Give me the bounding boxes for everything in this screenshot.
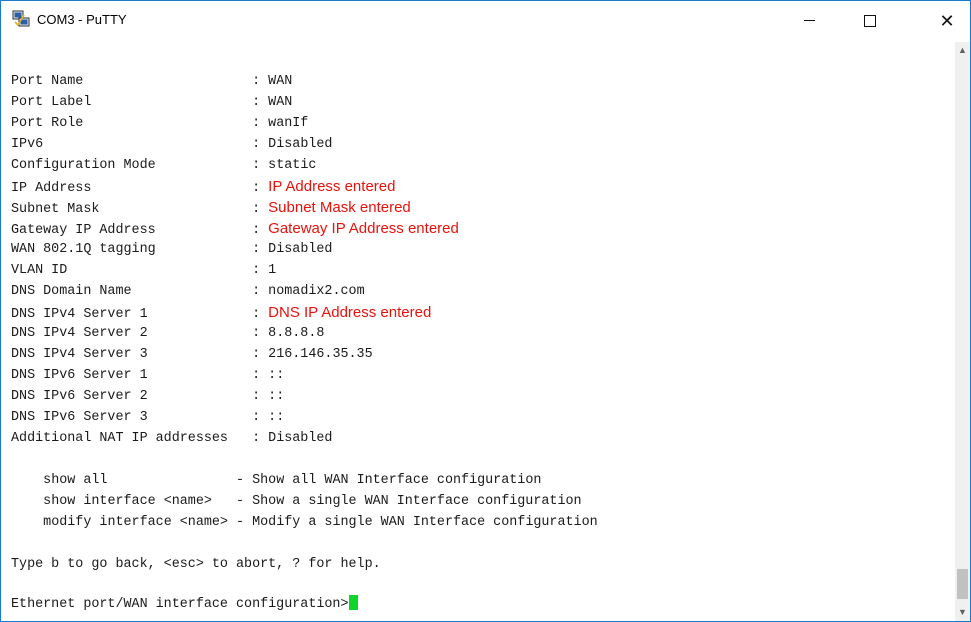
config-field-line: DNS Domain Name : nomadix2.com (11, 284, 365, 299)
field-label: IP Address (11, 181, 92, 196)
field-label: Subnet Mask (11, 202, 100, 217)
field-value: :: (268, 368, 285, 383)
field-value: nomadix2.com (268, 284, 365, 299)
field-label: Gateway IP Address (11, 223, 156, 238)
config-field-line: Port Name : WAN (11, 74, 293, 89)
minimize-button[interactable] (786, 1, 832, 41)
command-description: - Show a single WAN Interface configurat… (236, 494, 582, 509)
config-field-line: IP Address : IP Address entered (11, 178, 396, 196)
field-label: VLAN ID (11, 263, 68, 278)
config-field-line: DNS IPv4 Server 3 : 216.146.35.35 (11, 347, 373, 362)
putty-icon (12, 10, 30, 27)
field-label: Configuration Mode (11, 158, 156, 173)
close-icon: ✕ (939, 11, 955, 31)
config-field-line: Gateway IP Address : Gateway IP Address … (11, 220, 459, 238)
field-label: Additional NAT IP addresses (11, 431, 228, 446)
field-value: wanIf (268, 116, 309, 131)
command-description: - Modify a single WAN Interface configur… (236, 515, 598, 530)
field-label: WAN 802.1Q tagging (11, 242, 156, 257)
field-value: Disabled (268, 242, 333, 257)
minimize-icon (803, 20, 815, 22)
vertical-scrollbar[interactable]: ▲ ▼ (955, 42, 970, 621)
field-value: :: (268, 410, 285, 425)
field-label: DNS Domain Name (11, 284, 132, 299)
config-field-line: Port Role : wanIf (11, 116, 309, 131)
close-button[interactable]: ✕ (924, 1, 970, 41)
window-title: COM3 - PuTTY (37, 12, 127, 27)
field-value: :: (268, 389, 285, 404)
command-help-line: show all - Show all WAN Interface config… (11, 470, 541, 491)
config-field-line: Configuration Mode : static (11, 158, 317, 173)
field-value: Disabled (268, 137, 333, 152)
config-field-line: DNS IPv6 Server 1 : :: (11, 368, 285, 383)
putty-window: COM3 - PuTTY ✕ Port Name : WAN Port Label… (0, 0, 971, 622)
field-value: WAN (268, 74, 293, 89)
command-help-line: show interface <name> - Show a single WA… (11, 491, 582, 512)
config-field-line: Port Label : WAN (11, 95, 293, 110)
field-value: 216.146.35.35 (268, 347, 373, 362)
config-field-line: IPv6 : Disabled (11, 137, 333, 152)
config-field-line: DNS IPv4 Server 1 : DNS IP Address enter… (11, 304, 432, 322)
field-label: Port Name (11, 74, 84, 89)
field-label: IPv6 (11, 137, 44, 152)
scroll-down-icon[interactable]: ▼ (955, 604, 970, 621)
maximize-button[interactable] (847, 1, 893, 41)
field-value-annotation: Gateway IP Address entered (268, 220, 459, 237)
config-field-line: DNS IPv6 Server 2 : :: (11, 389, 285, 404)
field-label: Port Role (11, 116, 84, 131)
field-label: DNS IPv6 Server 1 (11, 368, 148, 383)
config-field-line: WAN 802.1Q tagging : Disabled (11, 242, 333, 257)
config-field-line: DNS IPv6 Server 3 : :: (11, 410, 285, 425)
title-bar[interactable]: COM3 - PuTTY ✕ (1, 1, 970, 41)
field-value: static (268, 158, 317, 173)
field-value-annotation: DNS IP Address entered (268, 304, 432, 321)
scroll-thumb[interactable] (957, 569, 968, 599)
command-name: show interface <name> (43, 494, 212, 509)
command-prompt: Ethernet port/WAN interface configuratio… (11, 597, 349, 612)
help-text: Type b to go back, <esc> to abort, ? for… (11, 557, 381, 572)
config-field-line: VLAN ID : 1 (11, 263, 277, 278)
field-value: 8.8.8.8 (268, 326, 325, 341)
field-value: Disabled (268, 431, 333, 446)
command-name: show all (43, 473, 108, 488)
field-value-annotation: Subnet Mask entered (268, 199, 411, 216)
maximize-icon (864, 14, 876, 27)
prompt-line[interactable]: Ethernet port/WAN interface configuratio… (11, 594, 358, 615)
config-field-line: Additional NAT IP addresses : Disabled (11, 431, 333, 446)
command-description: - Show all WAN Interface configuration (236, 473, 542, 488)
field-label: DNS IPv4 Server 1 (11, 307, 148, 322)
field-value-annotation: IP Address entered (268, 178, 396, 195)
field-value: WAN (268, 95, 293, 110)
field-label: DNS IPv6 Server 2 (11, 389, 148, 404)
command-help-line: modify interface <name> - Modify a singl… (11, 512, 598, 533)
command-name: modify interface <name> (43, 515, 228, 530)
field-label: DNS IPv4 Server 2 (11, 326, 148, 341)
field-label: Port Label (11, 95, 92, 110)
terminal-screen[interactable]: Port Name : WAN Port Label : WAN Port Role… (1, 42, 955, 621)
text-cursor (348, 595, 358, 610)
field-label: DNS IPv4 Server 3 (11, 347, 148, 362)
config-field-line: Subnet Mask : Subnet Mask entered (11, 199, 411, 217)
scroll-up-icon[interactable]: ▲ (955, 42, 970, 59)
field-value: 1 (268, 263, 277, 278)
config-field-line: DNS IPv4 Server 2 : 8.8.8.8 (11, 326, 325, 341)
field-label: DNS IPv6 Server 3 (11, 410, 148, 425)
